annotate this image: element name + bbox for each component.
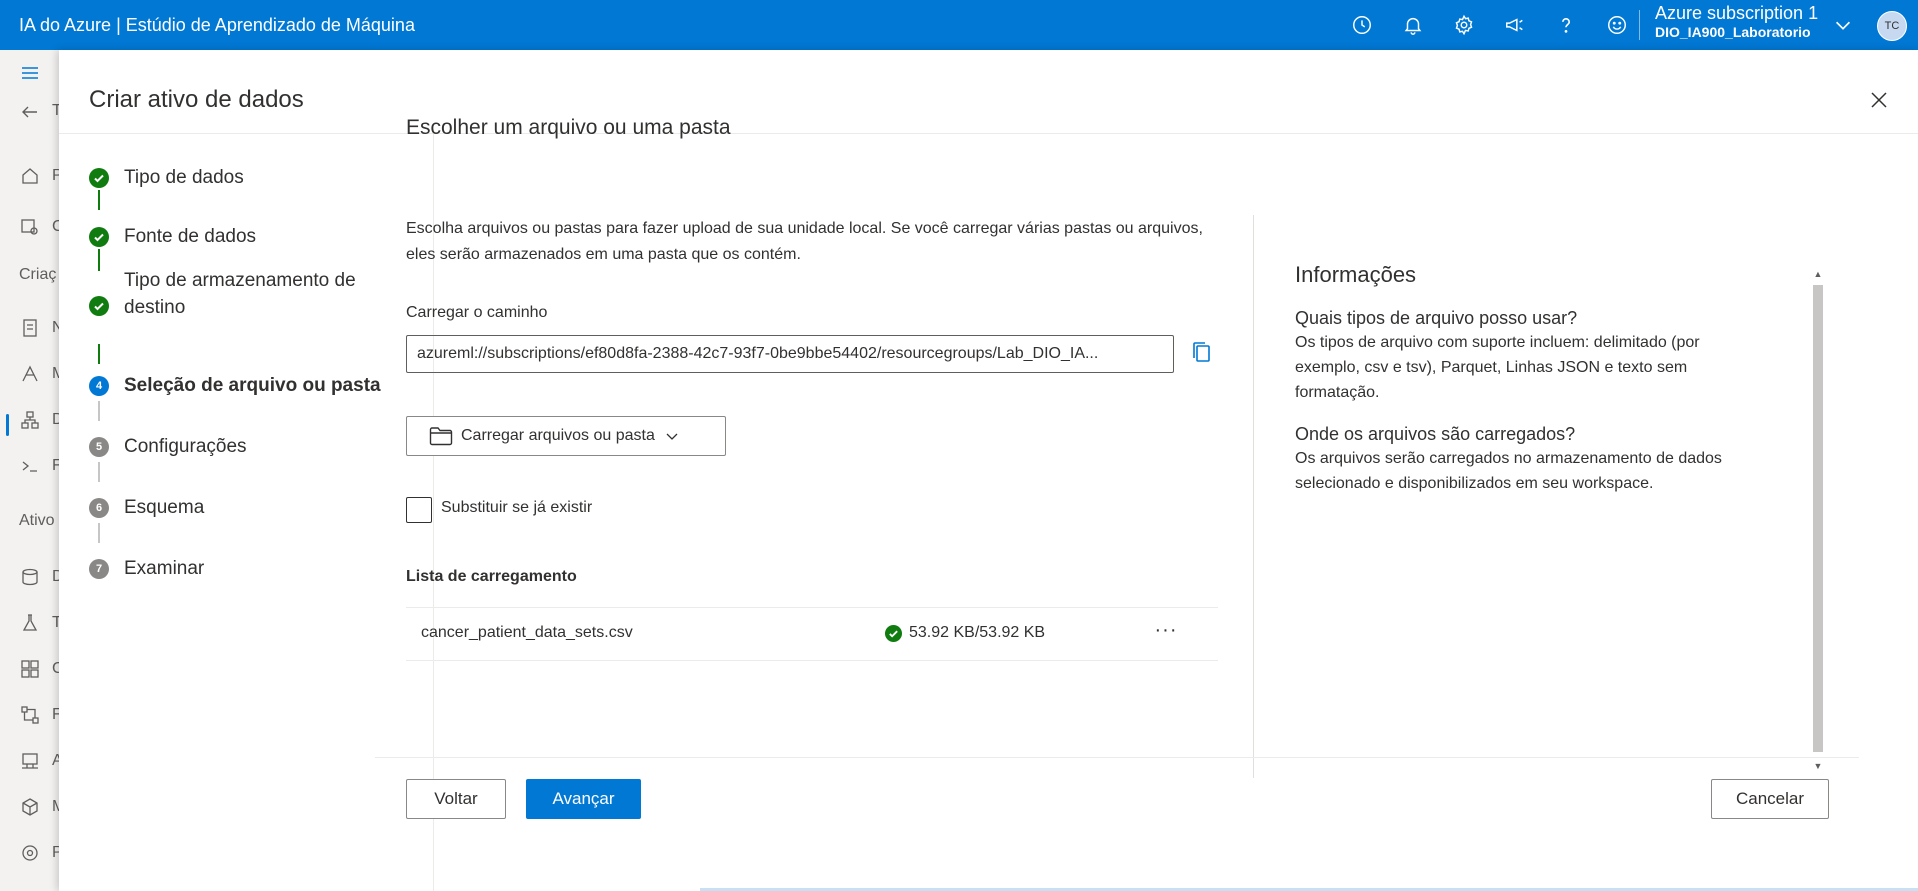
upload-file-name: cancer_patient_data_sets.csv: [421, 624, 633, 641]
info-divider: [1253, 215, 1254, 778]
info-question-upload-location: Onde os arquivos são carregados?: [1295, 424, 1576, 444]
scroll-up-icon[interactable]: ▲: [1813, 269, 1823, 279]
check-icon: [89, 296, 109, 316]
upload-list-row: cancer_patient_data_sets.csv 53.92 KB/53…: [406, 607, 1218, 661]
step-label-line2: destino: [124, 297, 186, 318]
upload-list-title: Lista de carregamento: [406, 568, 577, 585]
section-title: Escolher um arquivo ou uma pasta: [406, 116, 731, 139]
scrollbar-thumb[interactable]: [1813, 285, 1823, 752]
section-description: Escolha arquivos ou pastas para fazer up…: [406, 220, 1203, 263]
check-icon: [89, 227, 109, 247]
step-connector: [98, 344, 100, 364]
step-label: Configurações: [124, 436, 247, 457]
designer-icon[interactable]: [20, 410, 40, 430]
bell-icon[interactable]: [1387, 0, 1438, 50]
info-answer-upload-location: Os arquivos serão carregados no armazena…: [1295, 450, 1722, 492]
help-icon[interactable]: [1540, 0, 1591, 50]
check-icon: [89, 168, 109, 188]
megaphone-icon[interactable]: [1489, 0, 1540, 50]
step-label: Esquema: [124, 497, 205, 518]
success-check-icon: [885, 624, 902, 642]
step-label: Fonte de dados: [124, 226, 257, 247]
step-label: Seleção de arquivo ou pasta: [124, 375, 381, 396]
topbar-icons: [1336, 0, 1642, 50]
info-question-file-types: Quais tipos de arquivo posso usar?: [1295, 308, 1578, 328]
pipeline-icon[interactable]: [20, 705, 40, 725]
close-icon[interactable]: [1870, 91, 1888, 109]
chevron-down-icon[interactable]: [1832, 14, 1854, 36]
upload-files-or-folder-button[interactable]: Carregar arquivos ou pasta: [406, 416, 726, 456]
next-button[interactable]: Avançar: [526, 779, 641, 819]
step-label: Tipo de dados: [124, 167, 244, 188]
avatar[interactable]: TC: [1877, 11, 1907, 41]
folder-icon: [429, 427, 453, 446]
left-nav: T P C Criaç N M D F Ativo D T C F A M P: [0, 50, 65, 891]
model-icon[interactable]: [20, 797, 40, 817]
subscription-name: Azure subscription 1: [1655, 3, 1819, 23]
back-button[interactable]: Voltar: [406, 779, 506, 819]
nav-section-create: Criaç: [19, 266, 57, 283]
back-arrow-icon[interactable]: [20, 102, 40, 122]
environment-icon[interactable]: [20, 751, 40, 771]
step-label-line1: Tipo de armazenamento de: [124, 270, 356, 291]
nav-section-assets: Ativo: [19, 512, 55, 529]
info-pane: Informações Quais tipos de arquivo posso…: [1295, 262, 1765, 515]
step-number: 7: [89, 559, 109, 579]
step-number: 4: [89, 376, 109, 396]
cancel-button[interactable]: Cancelar: [1711, 779, 1829, 819]
gallery-icon[interactable]: [20, 217, 40, 237]
step-connector: [98, 249, 100, 271]
home-icon[interactable]: [20, 166, 40, 186]
automl-icon[interactable]: [20, 364, 40, 384]
info-answer-file-types: Os tipos de arquivo com suporte incluem:…: [1295, 334, 1700, 401]
panel-title: Criar ativo de dados: [89, 86, 304, 113]
workspace-name: DIO_IA900_Laboratorio: [1655, 23, 1811, 40]
overwrite-checkbox[interactable]: [406, 497, 432, 523]
notebook-icon[interactable]: [20, 318, 40, 338]
endpoint-icon[interactable]: [20, 843, 40, 863]
upload-status: 53.92 KB/53.92 KB: [885, 624, 1045, 642]
upload-progress-text: 53.92 KB/53.92 KB: [909, 624, 1046, 641]
hamburger-icon[interactable]: [20, 63, 40, 83]
info-scrollbar[interactable]: ▲ ▼: [1809, 265, 1825, 778]
chevron-down-icon: [666, 433, 678, 440]
flask-icon[interactable]: [20, 613, 40, 633]
upload-button-label: Carregar arquivos ou pasta: [461, 427, 655, 444]
step-number: 5: [89, 437, 109, 457]
prompt-icon[interactable]: [20, 456, 40, 476]
header-divider: [59, 133, 1918, 134]
step-connector: [98, 462, 100, 482]
copy-icon[interactable]: [1189, 340, 1213, 366]
top-bar: IA do Azure | Estúdio de Aprendizado de …: [0, 0, 1918, 50]
info-title: Informações: [1295, 262, 1417, 287]
topbar-separator: [1639, 10, 1640, 40]
scroll-down-icon[interactable]: ▼: [1813, 761, 1823, 771]
data-icon[interactable]: [20, 567, 40, 587]
smiley-icon[interactable]: [1591, 0, 1642, 50]
step-connector: [98, 190, 100, 210]
step-connector: [98, 401, 100, 421]
footer-divider: [375, 757, 1859, 758]
components-icon[interactable]: [20, 659, 40, 679]
step-connector: [98, 523, 100, 543]
upload-path-label: Carregar o caminho: [406, 304, 548, 321]
nav-active-indicator: [6, 414, 9, 436]
overwrite-checkbox-label[interactable]: Substituir se já existir: [441, 499, 592, 517]
more-options-button[interactable]: ···: [1152, 620, 1180, 648]
upload-path-field[interactable]: azureml://subscriptions/ef80d8fa-2388-42…: [406, 335, 1174, 373]
step-number: 6: [89, 498, 109, 518]
history-icon[interactable]: [1336, 0, 1387, 50]
gear-icon[interactable]: [1438, 0, 1489, 50]
app-title[interactable]: IA do Azure | Estúdio de Aprendizado de …: [0, 15, 415, 36]
subscription-selector[interactable]: Azure subscription 1 DIO_IA900_Laborator…: [1655, 3, 1818, 40]
step-label: Examinar: [124, 558, 205, 579]
